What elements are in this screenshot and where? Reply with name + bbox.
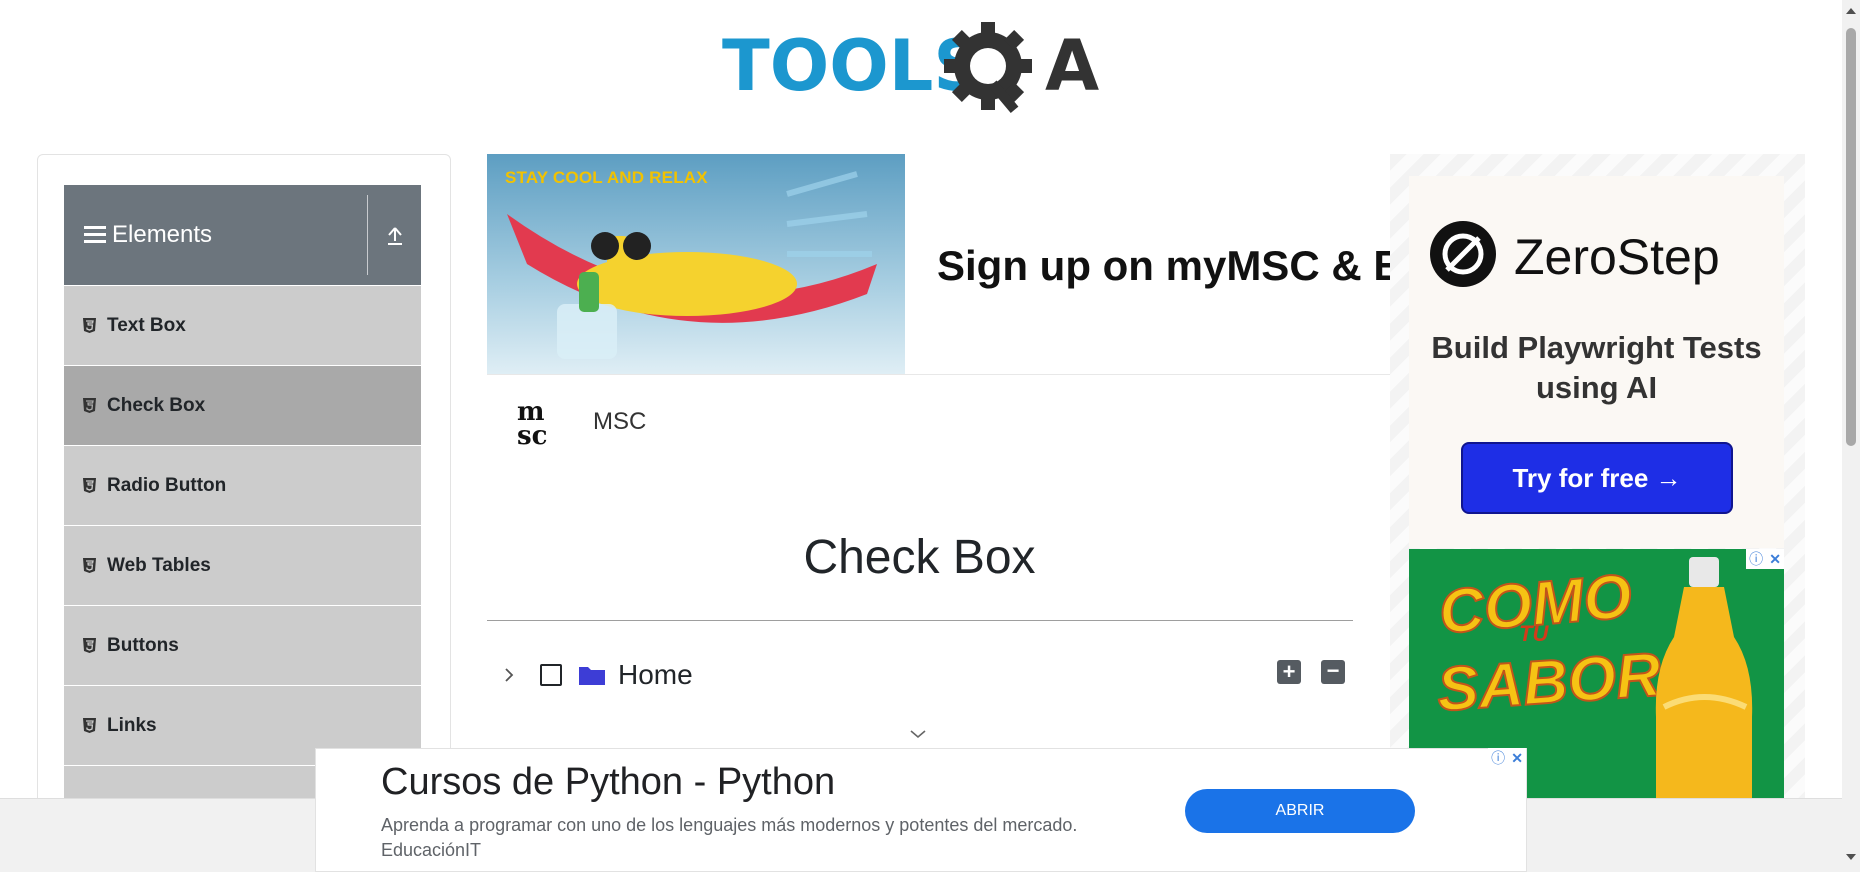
toolsqa-logo[interactable]: TOOLS A [720, 18, 1130, 118]
chevron-right-icon[interactable] [500, 666, 518, 684]
tree-node-home: Home [500, 655, 1350, 695]
page-title: Check Box [803, 531, 1036, 584]
sidebar-item-label: Buttons [107, 634, 179, 656]
soda-ad-line2: TU [1519, 621, 1549, 646]
ad-choices-badge-right[interactable]: ⓘ ✕ [1746, 549, 1784, 569]
hamburger-icon [84, 226, 106, 244]
title-divider [487, 620, 1353, 621]
soda-ad-line3: SABOR [1434, 639, 1664, 725]
sidebar-item-label: Radio Button [107, 474, 227, 496]
page: TOOLS A Elements Text Box Check Box Radi… [0, 0, 1860, 872]
sidebar-item-label: Web Tables [107, 554, 211, 576]
html5-icon [83, 398, 96, 413]
zerostep-ad[interactable]: ZeroStep Build Playwright Tests using AI… [1409, 176, 1784, 548]
expand-all-button[interactable]: + [1277, 660, 1301, 684]
tree-node-label[interactable]: Home [618, 659, 693, 691]
elements-group-header[interactable]: Elements [64, 185, 421, 285]
sidebar-item-radio-button[interactable]: Radio Button [64, 446, 421, 526]
ad-photo: STAY COOL AND RELAX [487, 154, 905, 374]
msc-logo-icon: m sc [517, 397, 547, 448]
scroll-up-arrow-icon[interactable] [1845, 6, 1857, 16]
sidebar-item-buttons[interactable]: Buttons [64, 606, 421, 686]
sidebar-item-label: Check Box [107, 394, 206, 416]
collapse-up-icon[interactable] [386, 225, 404, 247]
scrollbar-thumb[interactable] [1846, 28, 1856, 446]
ad-headline: Sign up on myMSC & B [937, 242, 1392, 289]
try-for-free-button[interactable]: Try for free → [1461, 442, 1733, 514]
sidebar-item-label: Text Box [107, 314, 186, 336]
sidebar-item-label: Links [107, 714, 157, 736]
home-checkbox[interactable] [540, 664, 562, 686]
juice-bottle-image [1655, 557, 1753, 799]
ad-info-icon[interactable]: ⓘ [1491, 748, 1505, 768]
html5-icon [83, 718, 96, 733]
ad-separator [487, 374, 1392, 375]
html5-icon [83, 478, 96, 493]
ad-close-icon[interactable]: ✕ [1511, 750, 1523, 767]
ad-brand-name: MSC [593, 408, 647, 435]
ad-close-icon[interactable]: ✕ [1769, 551, 1781, 568]
bottom-ad-description: Aprenda a programar con uno de los lengu… [381, 815, 1078, 860]
zerostep-logo-icon [1430, 221, 1496, 287]
chevron-down-icon[interactable] [909, 728, 927, 740]
html5-icon [83, 558, 96, 573]
ad-choices-badge-bottom[interactable]: ⓘ ✕ [1488, 748, 1526, 768]
collapse-all-button[interactable]: − [1321, 660, 1345, 684]
bottom-ad-title[interactable]: Cursos de Python - Python [381, 761, 835, 804]
bottom-ad[interactable]: Cursos de Python - Python Aprenda a prog… [315, 748, 1527, 872]
html5-icon [83, 318, 96, 333]
svg-text:sc: sc [517, 421, 547, 448]
sidebar-item-web-tables[interactable]: Web Tables [64, 526, 421, 606]
zerostep-brand: ZeroStep [1514, 229, 1720, 285]
msc-ad-banner[interactable]: STAY COOL AND RELAX Sign up on myMSC & B… [487, 154, 1392, 474]
ad-info-icon[interactable]: ⓘ [1749, 549, 1763, 569]
folder-icon [579, 667, 605, 685]
sidebar-item-check-box[interactable]: Check Box [64, 366, 421, 446]
abrir-button[interactable]: ABRIR [1185, 789, 1415, 833]
group-title: Elements [112, 221, 213, 248]
scroll-down-arrow-icon[interactable] [1845, 852, 1857, 862]
logo-text-a: A [1045, 25, 1099, 107]
ad-photo-caption: STAY COOL AND RELAX [505, 168, 708, 187]
sidebar-item-text-box[interactable]: Text Box [64, 286, 421, 366]
html5-icon [83, 638, 96, 653]
header-divider [367, 195, 368, 275]
zerostep-tagline: Build Playwright Tests using AI [1431, 330, 1762, 405]
